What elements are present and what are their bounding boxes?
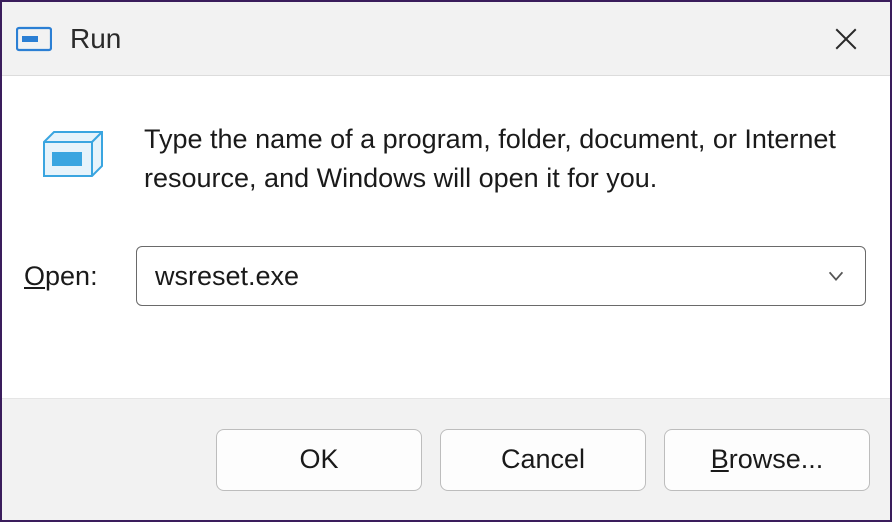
description-row: Type the name of a program, folder, docu… <box>22 120 870 198</box>
window-title: Run <box>70 23 121 55</box>
close-button[interactable] <box>826 19 866 59</box>
run-dialog: Run Type the name of a program, folder, … <box>0 0 892 522</box>
cancel-button[interactable]: Cancel <box>440 429 646 491</box>
open-row: Open: <box>22 246 870 306</box>
description-text: Type the name of a program, folder, docu… <box>144 120 870 198</box>
dialog-footer: OK Cancel Browse... <box>2 398 890 520</box>
run-icon <box>42 124 110 180</box>
dialog-content: Type the name of a program, folder, docu… <box>2 76 890 398</box>
titlebar: Run <box>2 2 890 76</box>
chevron-down-icon[interactable] <box>825 265 847 287</box>
close-icon <box>833 26 859 52</box>
browse-button[interactable]: Browse... <box>664 429 870 491</box>
ok-button[interactable]: OK <box>216 429 422 491</box>
open-input[interactable] <box>155 261 825 292</box>
open-combobox[interactable] <box>136 246 866 306</box>
run-titlebar-icon <box>16 25 52 53</box>
open-label: Open: <box>24 261 112 292</box>
